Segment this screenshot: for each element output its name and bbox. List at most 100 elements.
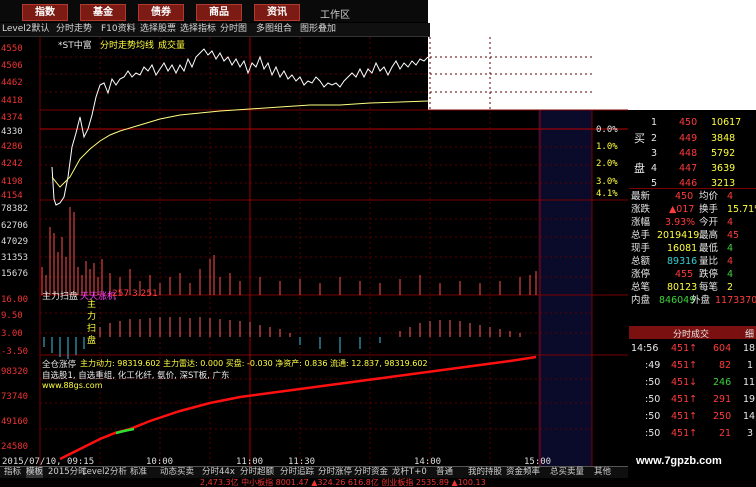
chart-canvas bbox=[39, 37, 628, 467]
fund-text: 主力动力: 98319.602 主力雷达: 0.000 买盘: -0.030 净… bbox=[80, 359, 428, 368]
price-line bbox=[51, 48, 429, 206]
indicator-label: 主力扫盘 bbox=[42, 292, 79, 302]
price-tick: 4154 bbox=[1, 191, 23, 201]
price-tick: 4286 bbox=[1, 142, 23, 152]
volume-tick: 62706 bbox=[1, 221, 29, 231]
price-tick: 4506 bbox=[1, 61, 23, 71]
average-line bbox=[51, 100, 429, 188]
volume-bars bbox=[41, 207, 537, 295]
pct-tick: 4.1% bbox=[596, 189, 618, 199]
tab-commodity[interactable]: 商品 bbox=[196, 4, 242, 21]
tick-row: :50 451↑ 21 3 bbox=[645, 428, 754, 439]
btab[interactable]: 分时涨停 bbox=[318, 467, 352, 478]
btab[interactable]: 普通 bbox=[436, 467, 453, 478]
btab[interactable]: 2015分时 bbox=[48, 467, 87, 478]
ticks-list: 14:56 451↑ 604 18 :49 451↑ 82 1 :50 451↓ 246 11 :… bbox=[629, 342, 756, 467]
indicator-tick: 16.00 bbox=[1, 295, 29, 305]
btab[interactable]: 龙杆T+0 bbox=[392, 467, 427, 478]
chart-tab-timeshare[interactable]: 分时走势 bbox=[100, 38, 136, 51]
volume-tick: 47029 bbox=[1, 237, 29, 247]
fund-tick: 49160 bbox=[1, 417, 29, 427]
volume-tick: 31353 bbox=[1, 253, 29, 263]
btab[interactable]: 分时资金 bbox=[354, 467, 388, 478]
status-bar: 2,473.3亿 中小板指 8001.47 ▲324.26 616.8亿 创业板… bbox=[0, 478, 628, 487]
fund-tick: 24580 bbox=[1, 442, 29, 452]
stats-row: 涨跌▲017换手15.71% bbox=[631, 204, 756, 215]
stats-row: 总手 2019419 最高 45 bbox=[631, 230, 740, 241]
indicator-tick: 3.00 bbox=[1, 329, 23, 339]
orderbook-row[interactable]: 2 449 3848 bbox=[629, 132, 756, 145]
site-url-small: www.88gs.com bbox=[42, 381, 103, 390]
tick-row: 14:56 451↑ 604 18 bbox=[631, 343, 756, 354]
orderbook-row[interactable]: 3 448 5792 bbox=[629, 147, 756, 160]
stats-row: 涨幅 3.93% 今开 4 bbox=[631, 217, 734, 228]
toolbar-timeshare[interactable]: 分时走势 bbox=[56, 23, 92, 36]
btab-active[interactable]: 模板 bbox=[26, 467, 44, 478]
btab[interactable]: Level2分析 bbox=[82, 467, 127, 478]
workspace-label[interactable]: 工作区 bbox=[320, 6, 350, 21]
top-tab-bar: 指数 基金 债券 商品 资讯 工作区 bbox=[0, 0, 756, 110]
orderbook-row[interactable]: 4 447 3639 bbox=[629, 162, 756, 175]
volume-tick: 78382 bbox=[1, 204, 29, 214]
btab[interactable]: 我的持股 bbox=[468, 467, 502, 478]
tab-news[interactable]: 资讯 bbox=[254, 4, 300, 21]
ticks-detail-button[interactable]: 细 bbox=[745, 327, 754, 340]
toolbar-overlay[interactable]: 图形叠加 bbox=[300, 23, 336, 36]
btab[interactable]: 其他 bbox=[594, 467, 611, 478]
pct-tick: 0.0% bbox=[596, 125, 618, 135]
quote-panel: 买 盘 1 450 10617 2 449 3848 3 448 5792 4 447 3639… bbox=[629, 110, 756, 467]
btab[interactable]: 分时追踪 bbox=[280, 467, 314, 478]
pct-tick: 2.0% bbox=[596, 159, 618, 169]
chart-tab-ma[interactable]: 均线 bbox=[136, 38, 154, 51]
price-tick: 4242 bbox=[1, 159, 23, 169]
tab-fund[interactable]: 基金 bbox=[80, 4, 126, 21]
tick-row: :50 451↑ 291 19 bbox=[645, 394, 756, 405]
toolbar-timeshare-chart[interactable]: 分时图 bbox=[220, 23, 247, 36]
toolbar-level2[interactable]: Level2默认 bbox=[2, 23, 49, 36]
order-book: 买 盘 1 450 10617 2 449 3848 3 448 5792 4 447 3639… bbox=[629, 110, 756, 189]
btab[interactable]: 总买卖量 bbox=[550, 467, 584, 478]
chart-tab-volume[interactable]: 成交量 bbox=[158, 38, 185, 51]
price-tick: 4462 bbox=[1, 78, 23, 88]
pct-tick: 3.0% bbox=[596, 177, 618, 187]
stock-name: *ST中富 bbox=[58, 41, 92, 51]
orderbook-row[interactable]: 1 450 10617 bbox=[629, 116, 756, 129]
ticks-title: 分时成交 bbox=[673, 330, 710, 340]
indicator-values: 257 3.251 bbox=[112, 289, 158, 299]
tick-row: :49 451↑ 82 1 bbox=[645, 360, 754, 371]
stats-table: 最新450均价4 涨跌▲017换手15.71% 涨幅3.93%今开4 总手201… bbox=[629, 190, 756, 320]
price-tick: 4330 bbox=[1, 127, 23, 137]
price-tick: 4374 bbox=[1, 113, 23, 123]
stats-row: 涨停 455 跌停 4 bbox=[631, 269, 734, 280]
tab-bond[interactable]: 债券 bbox=[138, 4, 184, 21]
toolbar-select-stock[interactable]: 选择股票 bbox=[140, 23, 176, 36]
tick-row: :50 451↓ 246 11 bbox=[645, 377, 756, 388]
btab[interactable]: 资金频率 bbox=[506, 467, 540, 478]
price-tick: 4418 bbox=[1, 96, 23, 106]
toolbar-select-indicator[interactable]: 选择指标 bbox=[180, 23, 216, 36]
btab[interactable]: 分时超额 bbox=[240, 467, 274, 478]
tick-row: :50 451↑ 250 14 bbox=[645, 411, 756, 422]
fund-tick: 73740 bbox=[1, 392, 29, 402]
fund-tick: 98320 bbox=[1, 367, 29, 377]
price-tick: 4198 bbox=[1, 177, 23, 187]
toolbar-f10[interactable]: F10资料 bbox=[101, 23, 136, 36]
indicator-tick: -3.50 bbox=[1, 347, 29, 357]
stats-row: 内盘 846049 外盘 1173370 bbox=[631, 295, 756, 306]
toolbar-multi-chart[interactable]: 多图组合 bbox=[256, 23, 292, 36]
btab[interactable]: 标准 bbox=[130, 467, 147, 478]
indicator-bars bbox=[99, 317, 521, 337]
tab-index[interactable]: 指数 bbox=[22, 4, 68, 21]
btab[interactable]: 指标 bbox=[4, 467, 21, 478]
toolbar: Level2默认 分时走势 F10资料 选择股票 选择指标 分时图 多图组合 图… bbox=[0, 23, 430, 37]
pct-tick: 1.0% bbox=[596, 142, 618, 152]
orderbook-row[interactable]: 5 446 3213 bbox=[629, 177, 756, 190]
stats-row: 现手 16081 最低 4 bbox=[631, 243, 734, 254]
watermark-url: www.7gpzb.com bbox=[636, 455, 722, 467]
intraday-chart[interactable]: *ST中富 分时走势 均线 成交量 4550 4506 4462 4418 43… bbox=[0, 37, 628, 467]
btab[interactable]: 动态买卖 bbox=[160, 467, 194, 478]
ticks-header[interactable]: 分时成交 细 bbox=[629, 326, 756, 340]
volume-tick: 15676 bbox=[1, 269, 29, 279]
btab[interactable]: 分时44x bbox=[202, 467, 235, 478]
price-tick: 4550 bbox=[1, 44, 23, 54]
